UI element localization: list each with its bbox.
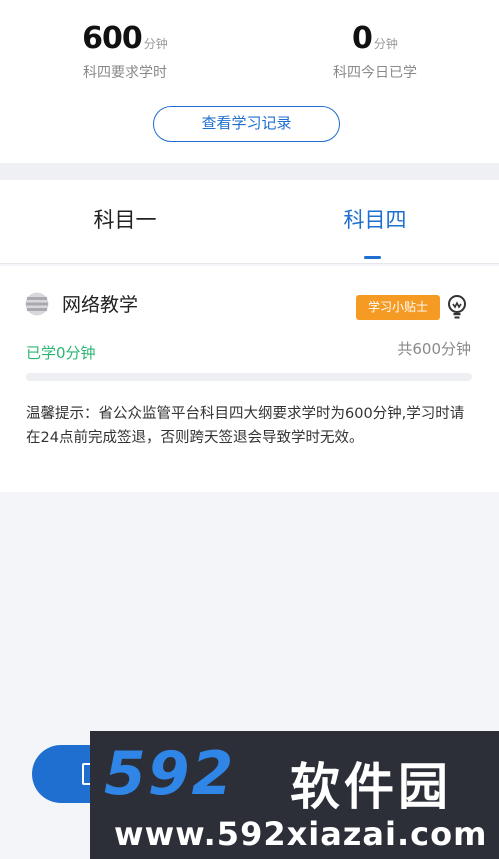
study-tips-badge[interactable]: 学习小贴士 <box>356 295 440 320</box>
watermark-brand: 软件园 <box>290 758 452 816</box>
required-hours-label: 科四要求学时 <box>83 65 167 81</box>
watermark-url: www.592xiazai.com <box>114 815 488 853</box>
notice-text: 温馨提示：省公众监管平台科目四大纲要求学时为600分钟,学习时请在24点前完成签… <box>26 406 465 446</box>
required-hours-unit: 分钟 <box>143 37 168 51</box>
learned-minutes: 已学0分钟 <box>26 344 96 362</box>
required-hours-stat: 600 分钟 科四要求学时 <box>0 18 250 82</box>
today-hours-stat: 0 分钟 科四今日已学 <box>250 18 499 82</box>
tab-subject-one[interactable]: 科目一 <box>0 204 250 264</box>
today-hours-unit: 分钟 <box>373 37 398 51</box>
required-hours-value: 600 <box>82 21 143 56</box>
view-records-button[interactable]: 查看学习记录 <box>153 106 340 142</box>
stack-icon <box>25 292 49 316</box>
watermark-logo: 592 软件园 www.592xiazai.com <box>90 731 499 859</box>
stats-card: 600 分钟 科四要求学时 0 分钟 科四今日已学 查看学习记录 <box>0 0 499 163</box>
section-divider <box>0 163 499 180</box>
course-card[interactable]: 网络教学 学习小贴士 已学0分钟 共600分钟 温馨提示：省公众监管平台科目四大… <box>0 266 499 492</box>
subject-tabs: 科目一 科目四 <box>0 180 499 264</box>
today-hours-value: 0 <box>352 21 373 56</box>
study-progress-bar <box>26 373 472 381</box>
bulb-icon[interactable] <box>446 294 468 320</box>
tab-subject-four[interactable]: 科目四 <box>250 204 499 264</box>
total-minutes: 共600分钟 <box>397 340 471 358</box>
course-title: 网络教学 <box>62 294 139 316</box>
active-tab-indicator <box>364 256 381 259</box>
today-hours-label: 科四今日已学 <box>333 65 417 81</box>
watermark-number: 592 <box>104 739 236 809</box>
